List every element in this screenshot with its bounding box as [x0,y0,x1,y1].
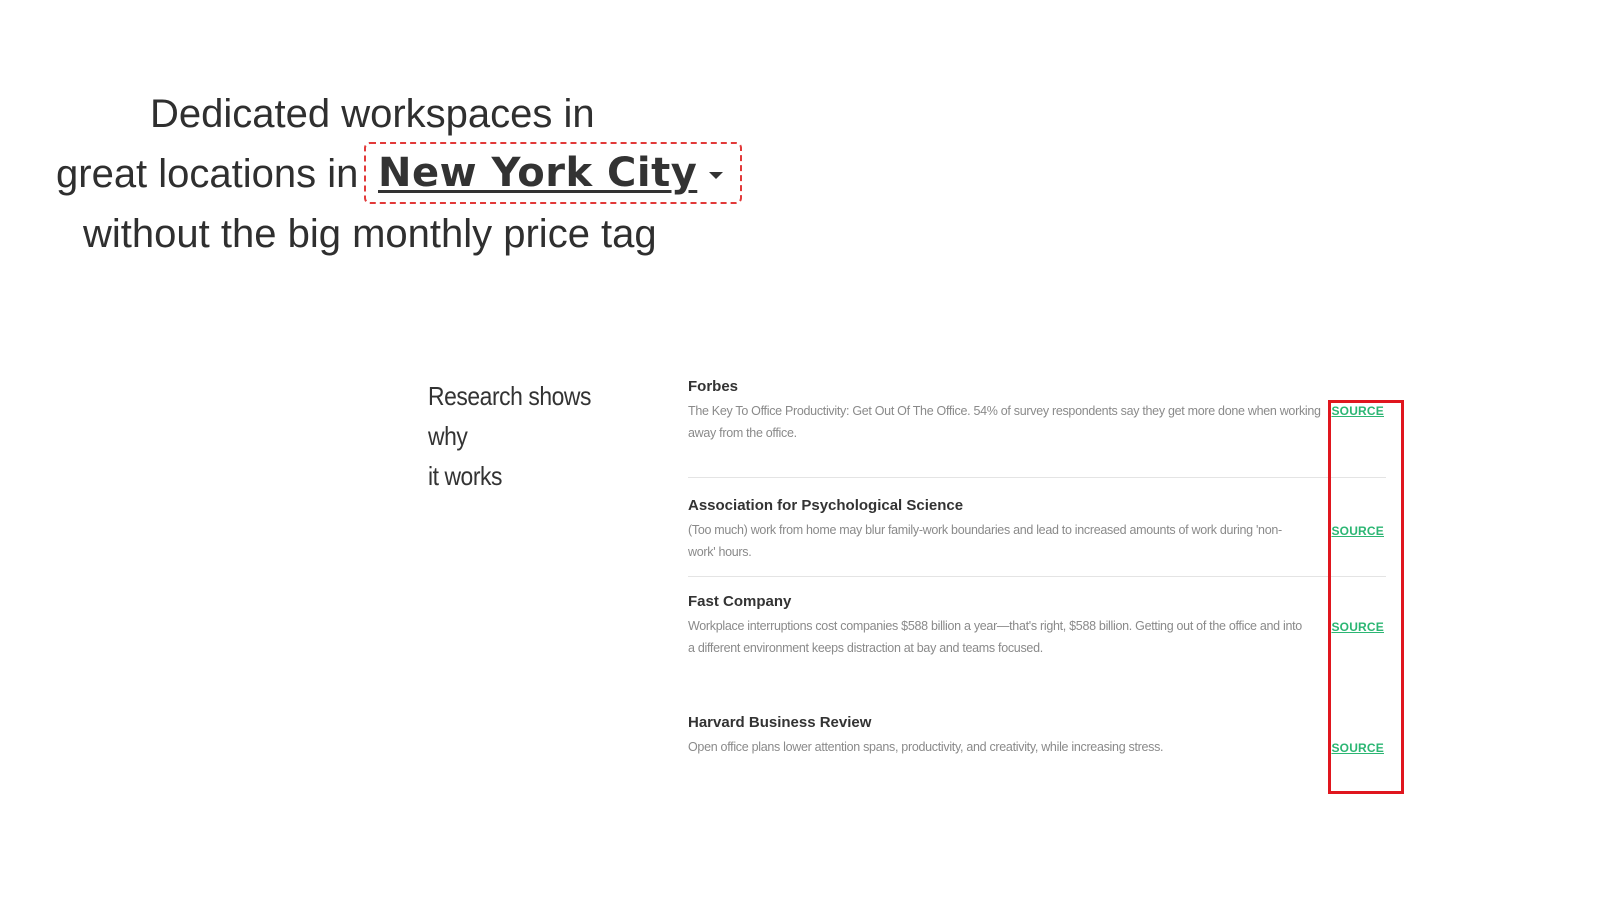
hero-line-2-prefix: great locations in [56,152,359,196]
source-description: Open office plans lower attention spans,… [688,740,1164,754]
hero-line-1: Dedicated workspaces in [150,92,595,136]
city-dropdown-label: New York City [378,150,698,196]
source-description: The Key To Office Productivity: Get Out … [688,404,1321,440]
research-source-list: Forbes The Key To Office Productivity: G… [688,378,1386,779]
source-item-aps: Association for Psychological Science (T… [688,478,1386,577]
source-item-fast-company: Fast Company Workplace interruptions cos… [688,577,1386,699]
source-name: Harvard Business Review [688,714,872,731]
source-link-forbes[interactable]: SOURCE [1331,404,1384,418]
research-heading: Research shows why it works [428,376,630,496]
caret-down-icon [709,171,724,179]
source-link-hbr[interactable]: SOURCE [1331,741,1384,755]
source-link-aps[interactable]: SOURCE [1331,524,1384,538]
research-heading-line-2: it works [428,461,503,491]
source-name: Forbes [688,378,739,395]
source-name: Association for Psychological Science [688,497,964,514]
research-heading-line-1: Research shows why [428,381,591,451]
source-item-hbr: Harvard Business Review Open office plan… [688,699,1386,779]
source-link-fast-company[interactable]: SOURCE [1331,620,1384,634]
source-description: (Too much) work from home may blur famil… [688,523,1282,559]
source-description: Workplace interruptions cost companies $… [688,619,1302,655]
source-name: Fast Company [688,593,792,610]
hero-line-3: without the big monthly price tag [83,212,657,256]
source-item-forbes: Forbes The Key To Office Productivity: G… [688,378,1386,478]
city-dropdown[interactable]: New York City [364,142,742,204]
